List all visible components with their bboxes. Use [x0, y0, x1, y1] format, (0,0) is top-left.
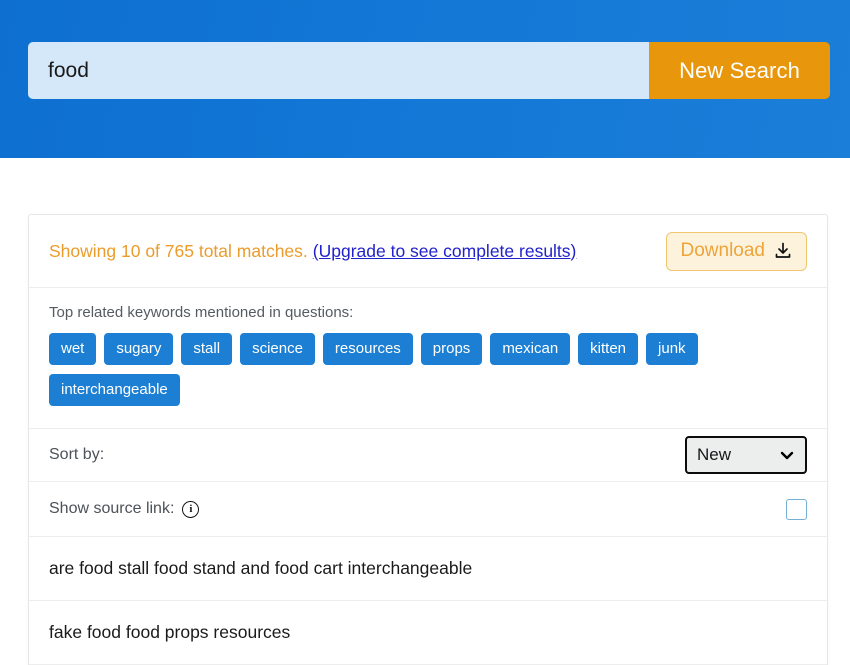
search-bar: New Search	[28, 42, 830, 99]
download-icon	[773, 241, 793, 261]
related-keywords-label: Top related keywords mentioned in questi…	[49, 304, 354, 321]
sort-by-select[interactable]: New	[685, 436, 807, 474]
show-source-link-row: Show source link: i	[29, 482, 827, 537]
chevron-down-icon	[779, 447, 795, 463]
keyword-pill[interactable]: kitten	[578, 333, 639, 365]
sort-by-value: New	[697, 445, 732, 464]
keyword-pill[interactable]: stall	[181, 333, 233, 365]
info-icon[interactable]: i	[182, 500, 200, 518]
related-keywords-section: Top related keywords mentioned in questi…	[29, 288, 827, 429]
download-button[interactable]: Download	[665, 231, 807, 271]
keyword-pill[interactable]: resources	[322, 333, 413, 365]
result-row[interactable]: fake food food props resources	[29, 601, 827, 665]
upgrade-link[interactable]: (Upgrade to see complete results)	[313, 241, 577, 262]
search-header: New Search	[0, 0, 850, 158]
results-count-text: Showing 10 of 765 total matches.	[49, 240, 308, 261]
keyword-pill[interactable]: junk	[646, 333, 698, 365]
sort-row: Sort by: New	[29, 429, 827, 482]
show-source-link-label: Show source link:	[49, 500, 175, 517]
result-row[interactable]: are food stall food stand and food cart …	[29, 537, 827, 601]
keyword-pill[interactable]: sugary	[104, 333, 174, 365]
results-card: Showing 10 of 765 total matches. (Upgrad…	[28, 214, 828, 665]
keyword-pill[interactable]: mexican	[490, 333, 571, 365]
results-list: are food stall food stand and food cart …	[29, 537, 827, 665]
download-button-label: Download	[680, 239, 766, 261]
show-source-link-checkbox[interactable]	[786, 498, 807, 520]
keyword-pill[interactable]: wet	[49, 333, 97, 365]
new-search-button[interactable]: New Search	[649, 42, 830, 99]
keyword-pill[interactable]: interchangeable	[49, 374, 180, 406]
keyword-pill[interactable]: props	[420, 333, 483, 365]
keyword-pill[interactable]: science	[240, 333, 315, 365]
sort-by-label: Sort by:	[49, 446, 105, 463]
search-input[interactable]	[28, 42, 649, 99]
results-summary-row: Showing 10 of 765 total matches. (Upgrad…	[29, 215, 827, 288]
keyword-list: wet sugary stall science resources props mexic…	[49, 333, 807, 406]
